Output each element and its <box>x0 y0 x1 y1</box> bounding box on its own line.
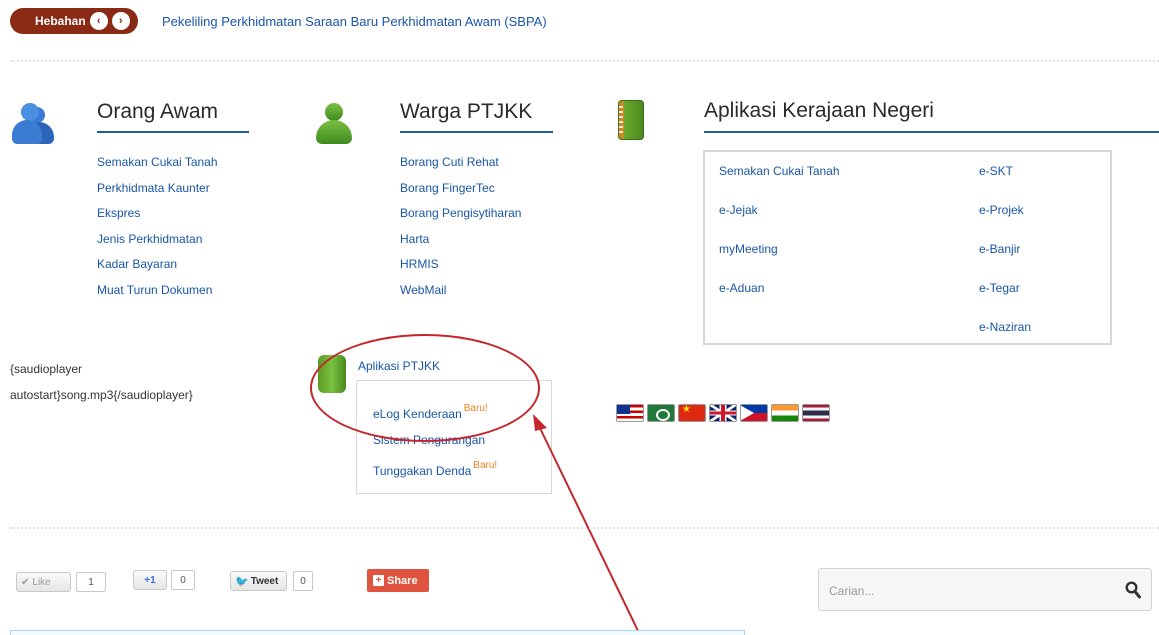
audioplayer-line: autostart}song.mp3{/saudioplayer} <box>10 388 193 402</box>
plus-icon: + <box>373 575 384 586</box>
tunggakan-denda-link[interactable]: Tunggakan Denda <box>373 464 471 478</box>
warga-link[interactable]: WebMail <box>400 283 446 297</box>
share-label: Share <box>387 574 418 587</box>
flag-india-icon[interactable] <box>771 404 799 422</box>
orang-awam-link[interactable]: Jenis Perkhidmatan <box>97 232 202 246</box>
gov-link[interactable]: e-SKT <box>979 164 1013 178</box>
gov-link[interactable]: e-Naziran <box>979 320 1031 334</box>
flag-arabic-icon[interactable] <box>647 404 675 422</box>
language-flags <box>616 404 830 422</box>
orang-awam-link[interactable]: Kadar Bayaran <box>97 257 177 271</box>
orang-awam-links: Semakan Cukai Tanah Perkhidmata Kaunter … <box>97 150 218 303</box>
orang-awam-title: Orang Awam <box>97 100 219 123</box>
tweet-label: Tweet <box>250 575 279 587</box>
flag-malaysia-icon[interactable] <box>616 404 644 422</box>
aplikasi-kerajaan-box: Semakan Cukai Tanah e-Jejak myMeeting e-… <box>703 150 1112 345</box>
orang-awam-link[interactable]: Ekspres <box>97 206 140 220</box>
warga-link[interactable]: Harta <box>400 232 429 246</box>
users-icon <box>12 103 54 145</box>
gov-link[interactable]: e-Projek <box>979 203 1024 217</box>
check-icon: ✔ <box>21 576 30 588</box>
google-plusone-button[interactable]: +1 <box>133 570 167 590</box>
flag-uk-icon[interactable] <box>709 404 737 422</box>
news-ticker-badge: Hebahan ‹ › <box>10 8 138 34</box>
ticker-prev-button[interactable]: ‹ <box>89 12 108 30</box>
warga-link[interactable]: HRMIS <box>400 257 439 271</box>
new-badge: Baru! <box>463 403 488 414</box>
search-box <box>818 568 1152 611</box>
audioplayer-line: {saudioplayer <box>10 362 83 376</box>
twitter-bird-icon: 🐦 <box>235 575 249 588</box>
facebook-like-button[interactable]: ✔ Like <box>16 572 71 592</box>
search-input[interactable] <box>829 581 1109 601</box>
content-panel <box>10 630 745 635</box>
ticker-headline-link[interactable]: Pekeliling Perkhidmatan Saraan Baru Perk… <box>162 14 547 29</box>
gov-link[interactable]: e-Aduan <box>719 281 764 295</box>
warga-link[interactable]: Borang Pengisytiharan <box>400 206 521 220</box>
gov-link[interactable]: e-Jejak <box>719 203 758 217</box>
warga-ptjkk-links: Borang Cuti Rehat Borang FingerTec Boran… <box>400 150 521 303</box>
elog-kenderaan-link[interactable]: eLog Kenderaan <box>373 407 462 421</box>
flag-china-icon[interactable] <box>678 404 706 422</box>
ticker-next-button[interactable]: › <box>111 12 130 30</box>
orang-awam-link[interactable]: Muat Turun Dokumen <box>97 283 212 297</box>
ticker-label: Hebahan <box>35 14 86 28</box>
app-icon <box>318 355 346 393</box>
plusone-count: 0 <box>171 570 195 590</box>
warga-ptjkk-rule <box>400 131 553 133</box>
new-badge: Baru! <box>473 460 498 471</box>
sistem-pengurangan-link[interactable]: Sistem Pengurangan <box>373 433 485 447</box>
gov-link[interactable]: Semakan Cukai Tanah <box>719 164 840 178</box>
warga-link[interactable]: Borang Cuti Rehat <box>400 155 499 169</box>
gov-link[interactable]: myMeeting <box>719 242 778 256</box>
notebook-icon <box>618 100 644 140</box>
flag-philippines-icon[interactable] <box>740 404 768 422</box>
flag-thailand-icon[interactable] <box>802 404 830 422</box>
gov-link[interactable]: e-Tegar <box>979 281 1020 295</box>
tweet-button[interactable]: 🐦 Tweet <box>230 571 287 591</box>
aplikasi-ptjkk-box: eLog Kenderaan Baru! Sistem Pengurangan T… <box>356 380 552 494</box>
like-count: 1 <box>76 572 106 592</box>
tweet-count: 0 <box>293 571 313 591</box>
separator <box>10 60 1159 62</box>
share-button[interactable]: + Share <box>367 569 429 592</box>
gov-link[interactable]: e-Banjir <box>979 242 1020 256</box>
orang-awam-link[interactable]: Perkhidmata Kaunter <box>97 181 210 195</box>
search-icon[interactable] <box>1125 581 1141 599</box>
like-label: Like <box>32 576 51 588</box>
audioplayer-shortcode: {saudioplayer autostart}song.mp3{/saudio… <box>10 356 193 408</box>
warga-ptjkk-title: Warga PTJKK <box>400 100 533 123</box>
aplikasi-kerajaan-rule <box>704 131 1159 133</box>
warga-link[interactable]: Borang FingerTec <box>400 181 495 195</box>
aplikasi-ptjkk-title[interactable]: Aplikasi PTJKK <box>358 359 440 373</box>
separator <box>10 527 1159 529</box>
aplikasi-kerajaan-title: Aplikasi Kerajaan Negeri <box>704 99 934 122</box>
user-icon <box>316 103 352 145</box>
orang-awam-rule <box>97 131 249 133</box>
orang-awam-link[interactable]: Semakan Cukai Tanah <box>97 155 218 169</box>
